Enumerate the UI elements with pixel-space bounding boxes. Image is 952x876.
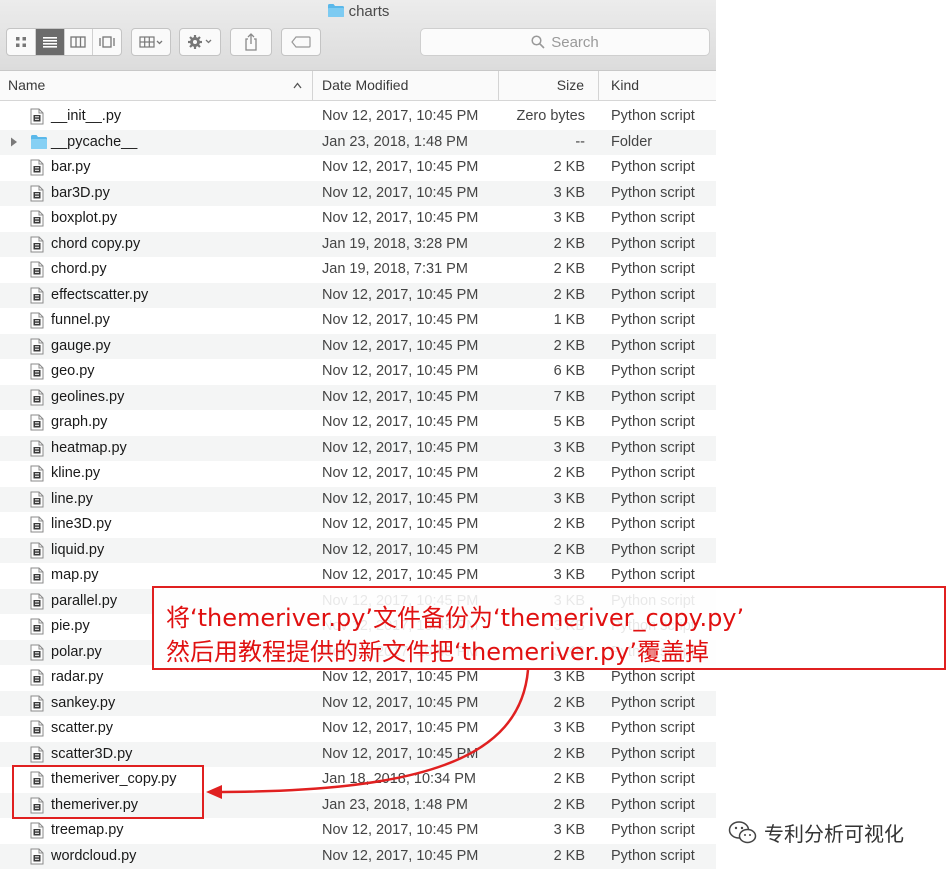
annotation-arrow <box>206 669 530 799</box>
wechat-icon <box>728 820 757 843</box>
annotation-line-2: 然后用教程提供的新文件把‘themeriver.py’覆盖掉 <box>166 638 710 666</box>
highlight-box <box>12 765 204 819</box>
watermark-text: 专利分析可视化 <box>764 822 904 846</box>
annotation-callout: 将‘themeriver.py’文件备份为‘themeriver_copy.py… <box>152 586 946 670</box>
watermark: 专利分析可视化 <box>728 818 904 847</box>
annotation-line-1: 将‘themeriver.py’文件备份为‘themeriver_copy.py… <box>166 604 745 632</box>
